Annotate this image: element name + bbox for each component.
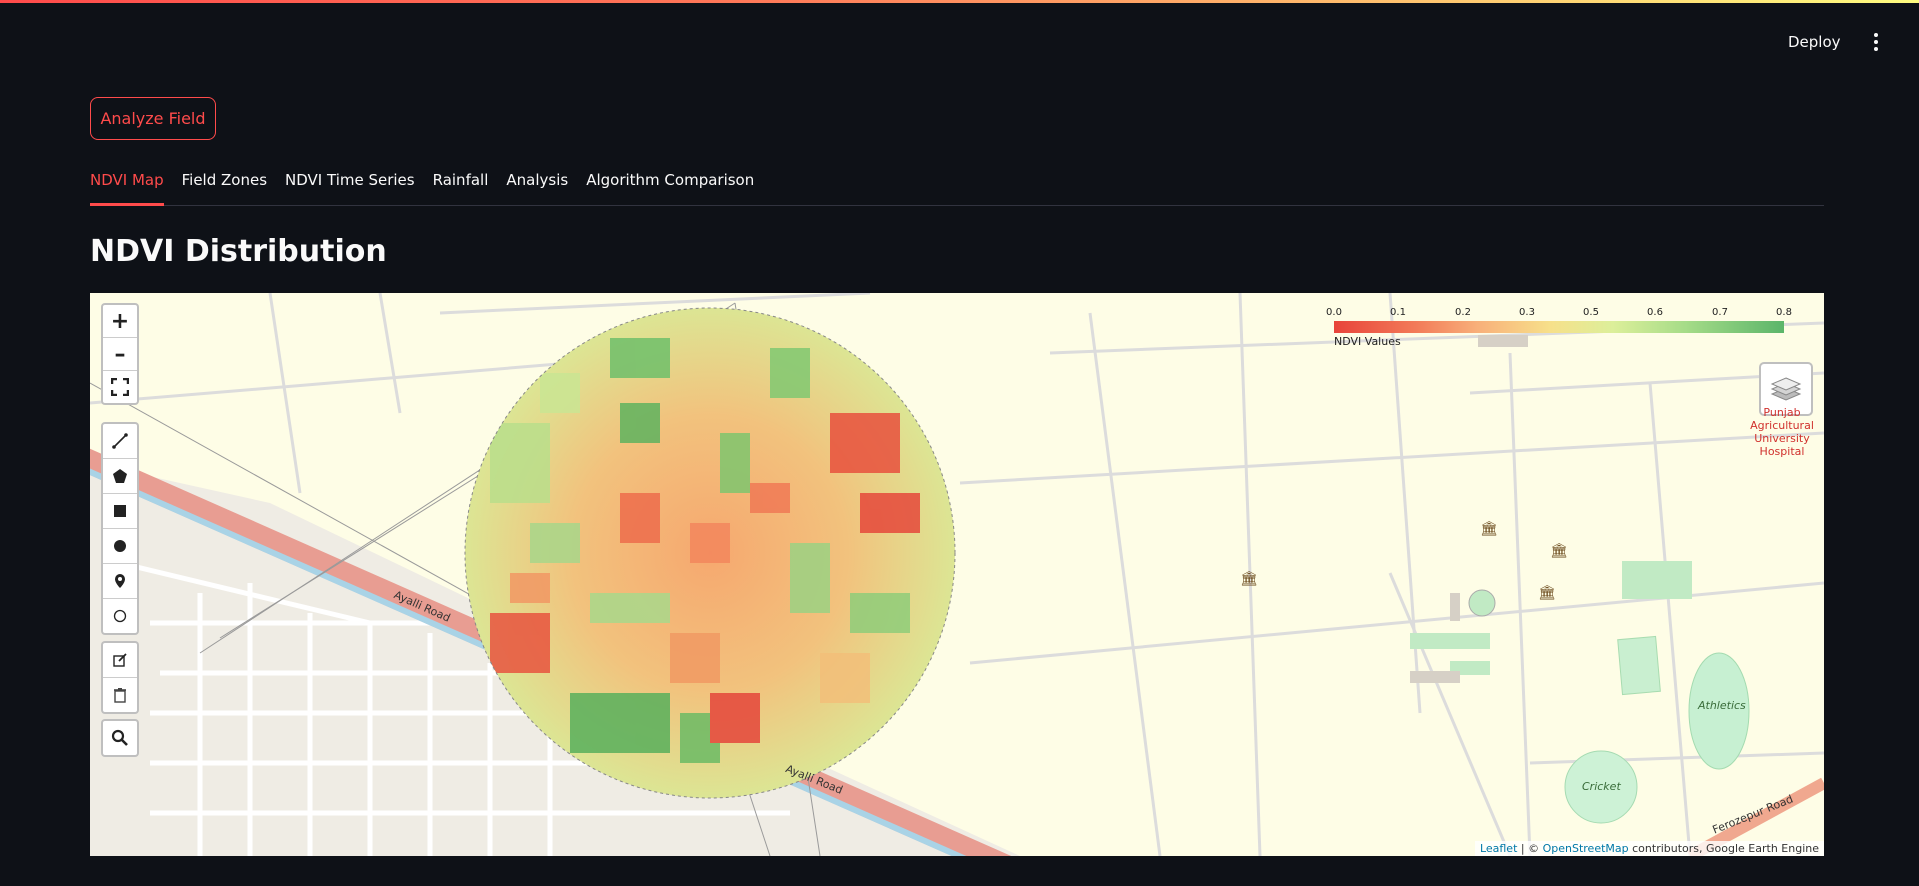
tab-ndvi-map[interactable]: NDVI Map	[90, 168, 173, 206]
tab-rainfall[interactable]: Rainfall	[424, 168, 498, 204]
legend-tick: 0.8	[1776, 307, 1792, 318]
circle-marker-icon[interactable]	[103, 599, 137, 633]
polygon-icon[interactable]	[103, 459, 137, 494]
tab-ndvi-time-series[interactable]: NDVI Time Series	[276, 168, 424, 204]
analyze-field-button[interactable]: Analyze Field	[90, 97, 216, 140]
legend-tick: 0.5	[1583, 307, 1599, 318]
zoom-out-button[interactable]: –	[103, 338, 137, 371]
draw-toolbar	[101, 422, 139, 635]
search-icon[interactable]	[103, 721, 137, 755]
legend-tick: 0.3	[1519, 307, 1535, 318]
legend-color-bar	[1334, 321, 1784, 333]
svg-text:🏛: 🏛	[1240, 570, 1258, 587]
edit-layers-icon[interactable]	[103, 643, 137, 678]
attribution-sep: | ©	[1520, 842, 1540, 855]
deploy-button[interactable]: Deploy	[1788, 28, 1841, 56]
kebab-menu-icon[interactable]	[1868, 30, 1884, 54]
cricket-label: Cricket	[1582, 780, 1621, 793]
fullscreen-icon[interactable]	[103, 371, 137, 403]
legend-tick: 0.1	[1390, 307, 1406, 318]
polyline-icon[interactable]	[103, 424, 137, 459]
tab-analysis[interactable]: Analysis	[497, 168, 577, 204]
marker-icon[interactable]	[103, 564, 137, 599]
page-title: NDVI Distribution	[90, 234, 387, 269]
tab-bar: NDVI Map Field Zones NDVI Time Series Ra…	[90, 168, 1824, 206]
circle-icon[interactable]	[103, 529, 137, 564]
map-attribution: Leaflet | © OpenStreetMap contributors, …	[1474, 841, 1824, 856]
svg-text:🏛: 🏛	[1550, 542, 1568, 559]
rectangle-icon[interactable]	[103, 494, 137, 529]
legend-tick: 0.6	[1647, 307, 1663, 318]
ndvi-map[interactable]: 🏛 🏛 🏛 🏛 0.0 0.1 0.2 0.3 0.5 0.6 0.7 0.8 …	[90, 293, 1824, 856]
ndvi-legend: 0.0 0.1 0.2 0.3 0.5 0.6 0.7 0.8 NDVI Val…	[1326, 307, 1794, 348]
map-basemap[interactable]: 🏛 🏛 🏛 🏛	[90, 293, 1824, 856]
zoom-controls: + –	[101, 303, 139, 405]
athletics-label: Athletics	[1698, 699, 1746, 712]
edit-toolbar	[101, 641, 139, 714]
legend-tick: 0.2	[1455, 307, 1471, 318]
legend-ticks: 0.0 0.1 0.2 0.3 0.5 0.6 0.7 0.8	[1326, 307, 1794, 319]
leaflet-link[interactable]: Leaflet	[1480, 842, 1517, 855]
legend-tick: 0.0	[1326, 307, 1342, 318]
top-decoration-bar	[0, 0, 1919, 3]
tab-field-zones[interactable]: Field Zones	[173, 168, 276, 204]
attribution-rest: contributors, Google Earth Engine	[1632, 842, 1819, 855]
hospital-label: Punjab Agricultural University Hospital	[1750, 406, 1814, 458]
legend-tick: 0.7	[1712, 307, 1728, 318]
osm-link[interactable]: OpenStreetMap	[1543, 842, 1629, 855]
trash-icon[interactable]	[103, 678, 137, 712]
search-control	[101, 719, 139, 757]
zoom-in-button[interactable]: +	[103, 305, 137, 338]
legend-label: NDVI Values	[1334, 335, 1401, 348]
tab-algorithm-comparison[interactable]: Algorithm Comparison	[577, 168, 763, 204]
svg-text:🏛: 🏛	[1538, 584, 1556, 601]
svg-text:🏛: 🏛	[1480, 520, 1498, 537]
